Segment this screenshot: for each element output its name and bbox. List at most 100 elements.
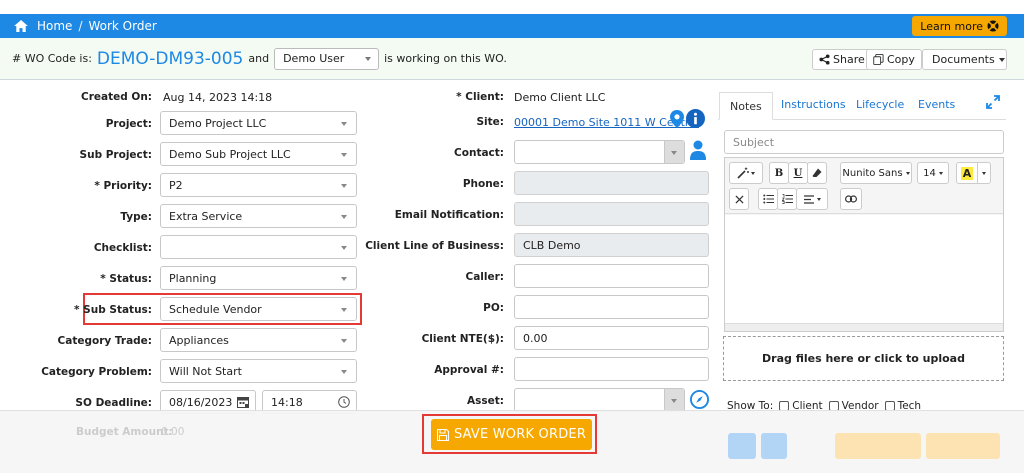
faded-action-button[interactable] <box>926 433 1000 459</box>
sub-status-select[interactable]: Schedule Vendor <box>160 297 357 321</box>
caller-input[interactable] <box>514 264 709 288</box>
sub-status-value: Schedule Vendor <box>169 302 262 316</box>
tab-lifecycle[interactable]: Lifecycle <box>856 98 904 111</box>
client-nte-input[interactable]: 0.00 <box>514 326 709 350</box>
life-ring-icon <box>987 20 999 32</box>
chevron-down-icon <box>341 215 347 219</box>
client-lob-value: CLB Demo <box>523 238 581 252</box>
breadcrumb-home[interactable]: Home <box>37 19 72 33</box>
remove-format-button[interactable] <box>729 188 749 210</box>
faded-action-button[interactable] <box>835 433 921 459</box>
documents-button[interactable]: Documents <box>922 49 1007 70</box>
client-nte-label: Client NTE($): <box>421 333 504 345</box>
sub-project-value: Demo Sub Project LLC <box>169 147 291 161</box>
drop-zone-text: Drag files here or click to upload <box>762 352 965 365</box>
learn-more-button[interactable]: Learn more <box>912 16 1007 36</box>
map-marker-icon[interactable] <box>670 110 684 128</box>
notes-editor-body[interactable] <box>725 215 1003 323</box>
sub-project-select[interactable]: Demo Sub Project LLC <box>160 142 357 166</box>
category-problem-value: Will Not Start <box>169 364 242 378</box>
chevron-down-icon <box>341 277 347 281</box>
client-label: * Client: <box>456 91 504 103</box>
tab-events[interactable]: Events <box>918 98 955 111</box>
info-icon[interactable] <box>686 109 705 128</box>
chevron-down-icon <box>982 171 986 175</box>
calendar-icon[interactable] <box>237 396 249 408</box>
chevron-down-icon <box>341 246 347 250</box>
bold-button[interactable]: B <box>769 162 789 184</box>
chevron-down-icon <box>671 151 677 155</box>
project-value: Demo Project LLC <box>169 116 267 130</box>
copy-label: Copy <box>887 53 915 66</box>
highlight-color-dropdown[interactable] <box>977 162 991 184</box>
checklist-select[interactable] <box>160 235 357 259</box>
clock-icon[interactable] <box>338 396 350 408</box>
bullet-list-icon <box>762 194 774 204</box>
home-icon[interactable] <box>14 20 28 32</box>
documents-label: Documents <box>932 53 995 66</box>
faded-action-button[interactable] <box>761 433 787 459</box>
caller-label: Caller: <box>465 271 505 283</box>
status-value: Planning <box>169 271 217 285</box>
site-label: Site: <box>476 116 504 128</box>
chevron-down-icon <box>671 399 677 403</box>
expand-icon[interactable] <box>986 95 1000 109</box>
tab-instructions[interactable]: Instructions <box>781 98 846 111</box>
email-notification-field[interactable] <box>514 202 709 226</box>
created-on-label: Created On: <box>80 91 152 103</box>
save-work-order-button[interactable]: SAVE WORK ORDER <box>431 419 592 450</box>
chevron-down-icon <box>365 56 372 61</box>
priority-select[interactable]: P2 <box>160 173 357 197</box>
editor-resize-handle[interactable] <box>725 323 1003 331</box>
bullet-list-button[interactable] <box>758 188 778 210</box>
learn-more-label: Learn more <box>920 19 983 33</box>
link-button[interactable] <box>840 188 862 210</box>
file-drop-zone[interactable]: Drag files here or click to upload <box>723 336 1004 381</box>
faded-action-button[interactable] <box>728 433 756 459</box>
link-icon <box>845 195 857 203</box>
bold-icon: B <box>774 167 784 179</box>
asset-select[interactable] <box>514 388 685 412</box>
contact-select[interactable] <box>514 140 685 164</box>
po-input[interactable] <box>514 295 709 319</box>
compass-icon[interactable] <box>690 390 709 409</box>
copy-button[interactable]: Copy <box>866 49 922 70</box>
client-lob-field[interactable]: CLB Demo <box>514 233 709 257</box>
align-button[interactable] <box>796 188 828 210</box>
wo-user-select[interactable]: Demo User <box>274 47 380 70</box>
breadcrumb-current: Work Order <box>88 19 157 33</box>
chevron-down-icon <box>751 171 755 175</box>
highlight-color-button[interactable]: A <box>956 162 978 184</box>
chevron-down-icon <box>998 57 1005 62</box>
wo-user-value: Demo User <box>283 52 345 65</box>
phone-label: Phone: <box>462 178 504 190</box>
magic-wand-button[interactable] <box>729 162 763 184</box>
top-navbar: Home / Work Order Learn more <box>0 14 1024 38</box>
budget-label: Budget Amount: <box>76 426 173 438</box>
underline-button[interactable]: U <box>788 162 808 184</box>
chevron-down-icon <box>938 171 943 175</box>
eraser-button[interactable] <box>807 162 827 184</box>
project-select[interactable]: Demo Project LLC <box>160 111 357 135</box>
wo-suffix-text: is working on this WO. <box>384 52 507 65</box>
category-trade-select[interactable]: Appliances <box>160 328 357 352</box>
type-select[interactable]: Extra Service <box>160 204 357 228</box>
share-icon <box>819 54 830 65</box>
category-problem-select[interactable]: Will Not Start <box>160 359 357 383</box>
font-family-select[interactable]: Nunito Sans <box>840 162 912 184</box>
eraser-icon <box>812 168 822 177</box>
sub-project-label: Sub Project: <box>79 149 152 161</box>
numbered-list-button[interactable] <box>777 188 797 210</box>
user-icon[interactable] <box>690 140 706 160</box>
share-button[interactable]: Share <box>812 49 872 70</box>
share-label: Share <box>833 53 865 66</box>
subject-input[interactable]: Subject <box>724 130 1004 154</box>
font-size-select[interactable]: 14 <box>917 162 949 184</box>
approval-input[interactable] <box>514 357 709 381</box>
status-select[interactable]: Planning <box>160 266 357 290</box>
phone-field[interactable] <box>514 171 709 195</box>
tab-notes[interactable]: Notes <box>719 92 773 120</box>
project-label: Project: <box>105 118 152 130</box>
chevron-down-icon <box>341 339 347 343</box>
po-label: PO: <box>483 302 504 314</box>
